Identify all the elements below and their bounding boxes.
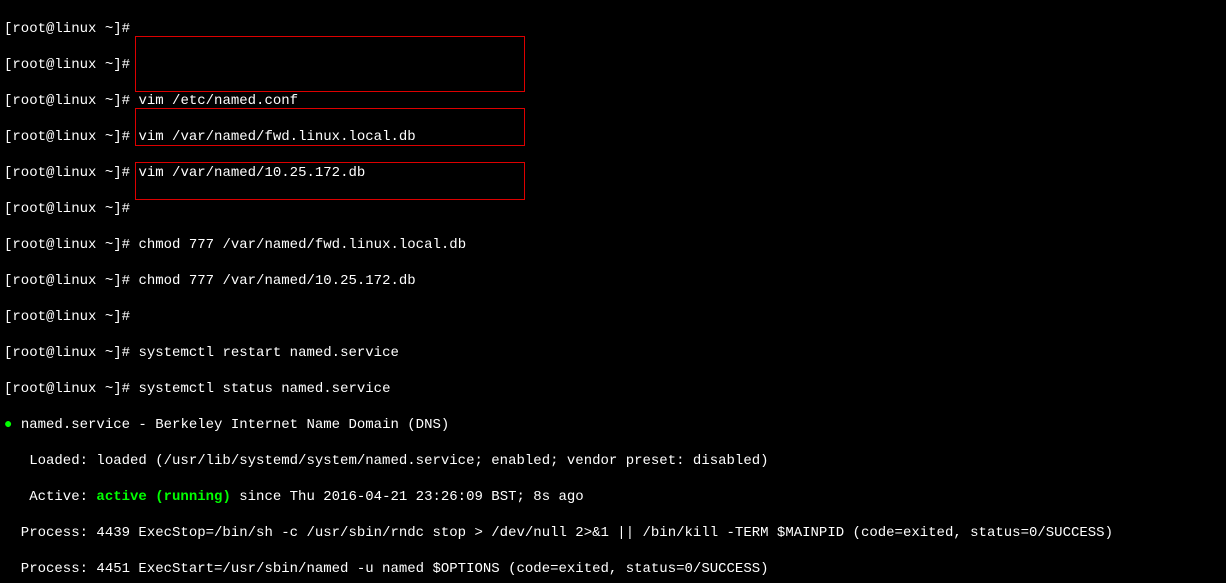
- terminal-window[interactable]: [root@linux ~]# [root@linux ~]# [root@li…: [0, 0, 1226, 583]
- command: vim /etc/named.conf: [138, 93, 298, 109]
- prompt-line: [root@linux ~]#: [4, 200, 1222, 218]
- command: vim /var/named/10.25.172.db: [138, 165, 365, 181]
- cmd-line: [root@linux ~]# vim /etc/named.conf: [4, 92, 1222, 110]
- cmd-line: [root@linux ~]# systemctl restart named.…: [4, 344, 1222, 362]
- cmd-line: [root@linux ~]# systemctl status named.s…: [4, 380, 1222, 398]
- command: chmod 777 /var/named/10.25.172.db: [138, 273, 415, 289]
- cmd-line: [root@linux ~]# chmod 777 /var/named/10.…: [4, 272, 1222, 290]
- command: vim /var/named/fwd.linux.local.db: [138, 129, 415, 145]
- prompt-line: [root@linux ~]#: [4, 56, 1222, 74]
- command: systemctl restart named.service: [138, 345, 398, 361]
- status-loaded: Loaded: loaded (/usr/lib/systemd/system/…: [4, 452, 1222, 470]
- status-header: ● named.service - Berkeley Internet Name…: [4, 416, 1222, 434]
- command: systemctl status named.service: [138, 381, 390, 397]
- status-process: Process: 4439 ExecStop=/bin/sh -c /usr/s…: [4, 524, 1222, 542]
- status-active: Active: active (running) since Thu 2016-…: [4, 488, 1222, 506]
- cmd-line: [root@linux ~]# chmod 777 /var/named/fwd…: [4, 236, 1222, 254]
- command: chmod 777 /var/named/fwd.linux.local.db: [138, 237, 466, 253]
- status-dot-icon: ●: [4, 417, 12, 433]
- prompt-line: [root@linux ~]#: [4, 308, 1222, 326]
- prompt-line: [root@linux ~]#: [4, 20, 1222, 38]
- status-process: Process: 4451 ExecStart=/usr/sbin/named …: [4, 560, 1222, 578]
- active-running: active (running): [96, 489, 230, 505]
- cmd-line: [root@linux ~]# vim /var/named/10.25.172…: [4, 164, 1222, 182]
- cmd-line: [root@linux ~]# vim /var/named/fwd.linux…: [4, 128, 1222, 146]
